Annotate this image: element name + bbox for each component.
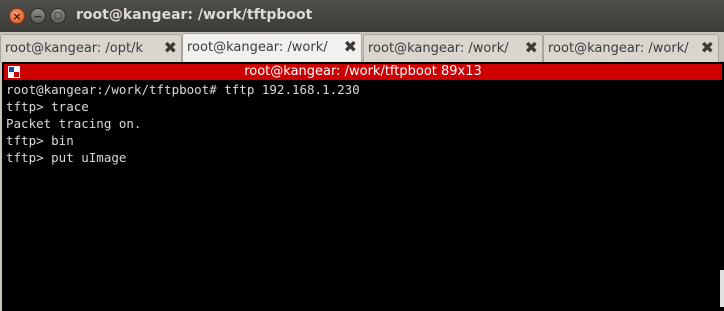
tab-2[interactable]: root@kangear: /work/ ✖: [182, 33, 362, 62]
tab-label: root@kangear: /opt/k: [5, 41, 144, 56]
tab-close-icon[interactable]: ✖: [701, 39, 714, 57]
tab-label: root@kangear: /work/: [187, 40, 328, 55]
window-title: root@kangear: /work/tftpboot: [76, 7, 313, 23]
tab-4[interactable]: root@kangear: /work/ ✖: [543, 34, 719, 62]
terminal-window: × − □ root@kangear: /work/tftpboot root@…: [0, 0, 724, 311]
terminal-header: root@kangear: /work/tftpboot 89x13: [4, 64, 722, 80]
terminal-scrollbar[interactable]: [720, 270, 724, 307]
tab-close-icon[interactable]: ✖: [164, 39, 177, 57]
terminal-line: tftp> put uImage: [6, 150, 127, 165]
terminal-header-title: root@kangear: /work/tftpboot 89x13: [244, 64, 482, 79]
tab-strip: root@kangear: /opt/k ✖ root@kangear: /wo…: [0, 32, 724, 62]
terminal-line: Packet tracing on.: [6, 116, 142, 131]
terminal-output: root@kangear:/work/tftpboot# tftp 192.16…: [6, 81, 360, 166]
terminal-line: tftp> trace: [6, 99, 89, 114]
minimize-icon[interactable]: −: [30, 8, 46, 24]
tab-3[interactable]: root@kangear: /work/ ✖: [363, 34, 543, 62]
terminal-line: tftp> bin: [6, 133, 74, 148]
tab-label: root@kangear: /work/: [368, 41, 509, 56]
maximize-icon[interactable]: □: [50, 8, 66, 24]
tab-label: root@kangear: /work/: [548, 41, 689, 56]
tab-close-icon[interactable]: ✖: [525, 39, 538, 57]
title-bar[interactable]: × − □ root@kangear: /work/tftpboot: [0, 0, 724, 32]
terminal-line: root@kangear:/work/tftpboot# tftp 192.16…: [6, 82, 360, 97]
tab-1[interactable]: root@kangear: /opt/k ✖: [0, 34, 182, 62]
close-icon[interactable]: ×: [9, 8, 25, 24]
tab-close-icon[interactable]: ✖: [344, 38, 357, 56]
terminal-area[interactable]: root@kangear: /work/tftpboot 89x13 root@…: [0, 62, 724, 311]
